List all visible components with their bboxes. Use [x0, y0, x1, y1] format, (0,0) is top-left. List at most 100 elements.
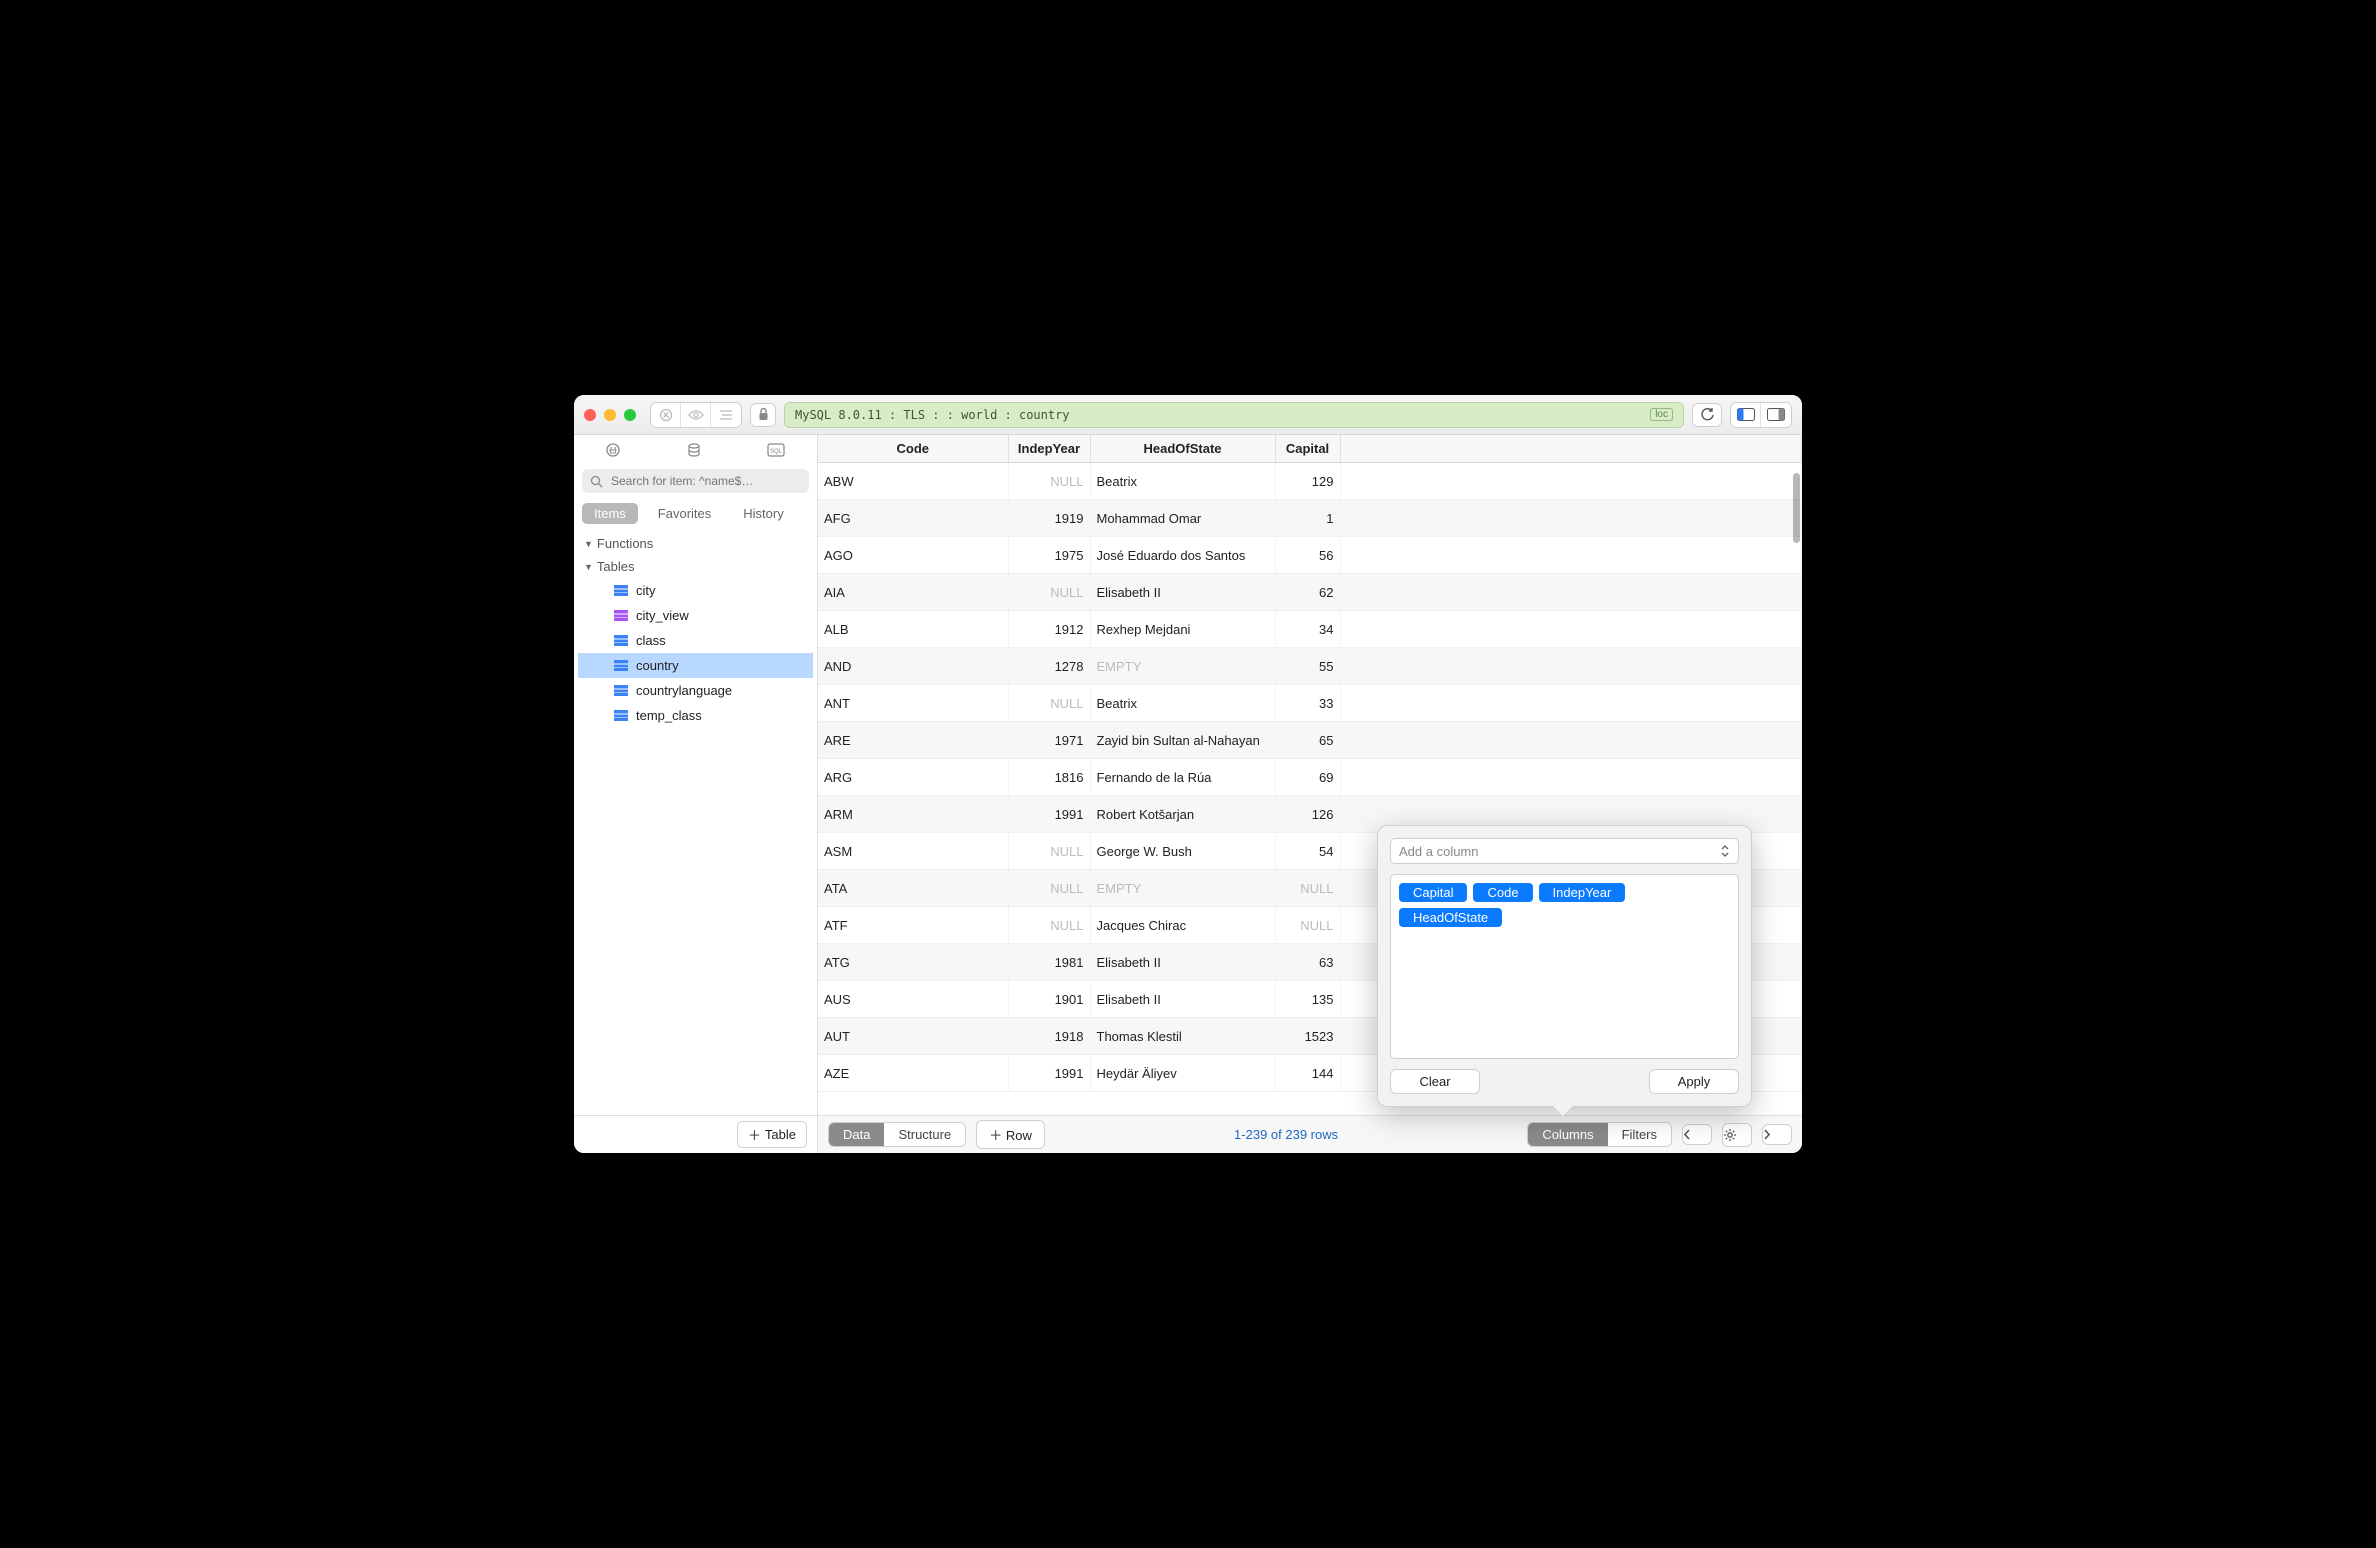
- cell[interactable]: NULL: [1008, 463, 1090, 500]
- cell[interactable]: 135: [1275, 981, 1340, 1018]
- cell[interactable]: 126: [1275, 796, 1340, 833]
- table-row[interactable]: ARE1971Zayid bin Sultan al-Nahayan65: [818, 722, 1802, 759]
- cell[interactable]: ANT: [818, 685, 1008, 722]
- cell[interactable]: 1816: [1008, 759, 1090, 796]
- column-header-capital[interactable]: Capital: [1275, 435, 1340, 463]
- cell[interactable]: ARM: [818, 796, 1008, 833]
- column-header-code[interactable]: Code: [818, 435, 1008, 463]
- cell[interactable]: NULL: [1275, 870, 1340, 907]
- cell[interactable]: 1975: [1008, 537, 1090, 574]
- cell[interactable]: 56: [1275, 537, 1340, 574]
- cell[interactable]: 65: [1275, 722, 1340, 759]
- column-header-headofstate[interactable]: HeadOfState: [1090, 435, 1275, 463]
- cell[interactable]: 1523: [1275, 1018, 1340, 1055]
- apply-button[interactable]: Apply: [1649, 1069, 1739, 1094]
- cell[interactable]: ARE: [818, 722, 1008, 759]
- column-token-code[interactable]: Code: [1473, 883, 1532, 902]
- minimize-icon[interactable]: [604, 409, 616, 421]
- cell[interactable]: 144: [1275, 1055, 1340, 1092]
- cell[interactable]: 1971: [1008, 722, 1090, 759]
- format-icon[interactable]: [711, 403, 741, 427]
- sidebar-item-city[interactable]: city: [578, 578, 813, 603]
- connection-bar[interactable]: MySQL 8.0.11 : TLS : : world : country l…: [784, 402, 1684, 428]
- table-row[interactable]: AFG1919Mohammad Omar1: [818, 500, 1802, 537]
- cell[interactable]: 1278: [1008, 648, 1090, 685]
- cell[interactable]: Fernando de la Rúa: [1090, 759, 1275, 796]
- cell[interactable]: Robert Kotšarjan: [1090, 796, 1275, 833]
- cell[interactable]: ATA: [818, 870, 1008, 907]
- zoom-icon[interactable]: [624, 409, 636, 421]
- prev-page-button[interactable]: [1682, 1124, 1712, 1145]
- toggle-right-panel-icon[interactable]: [1761, 403, 1791, 427]
- cell[interactable]: Elisabeth II: [1090, 574, 1275, 611]
- cell[interactable]: 129: [1275, 463, 1340, 500]
- add-column-combo[interactable]: Add a column: [1390, 838, 1739, 864]
- group-tables[interactable]: Tables: [578, 555, 813, 578]
- tab-favorites[interactable]: Favorites: [646, 503, 723, 524]
- tab-data[interactable]: Data: [829, 1123, 884, 1146]
- cell[interactable]: AFG: [818, 500, 1008, 537]
- cell[interactable]: 63: [1275, 944, 1340, 981]
- cell[interactable]: ATG: [818, 944, 1008, 981]
- cell[interactable]: ARG: [818, 759, 1008, 796]
- search-input-wrap[interactable]: [582, 469, 809, 493]
- cell[interactable]: Beatrix: [1090, 463, 1275, 500]
- cell[interactable]: José Eduardo dos Santos: [1090, 537, 1275, 574]
- sidebar-item-temp_class[interactable]: temp_class: [578, 703, 813, 728]
- cell[interactable]: 62: [1275, 574, 1340, 611]
- lock-icon[interactable]: [750, 403, 776, 427]
- sidebar-item-class[interactable]: class: [578, 628, 813, 653]
- cell[interactable]: George W. Bush: [1090, 833, 1275, 870]
- selected-columns-area[interactable]: Capital Code IndepYear HeadOfState: [1390, 874, 1739, 1059]
- table-row[interactable]: ALB1912Rexhep Mejdani34: [818, 611, 1802, 648]
- table-row[interactable]: AIANULLElisabeth II62: [818, 574, 1802, 611]
- cancel-query-icon[interactable]: [651, 403, 681, 427]
- cell[interactable]: 34: [1275, 611, 1340, 648]
- filters-button[interactable]: Filters: [1608, 1123, 1671, 1146]
- cell[interactable]: ASM: [818, 833, 1008, 870]
- cell[interactable]: 1919: [1008, 500, 1090, 537]
- clear-button[interactable]: Clear: [1390, 1069, 1480, 1094]
- cell[interactable]: AUS: [818, 981, 1008, 1018]
- column-token-headofstate[interactable]: HeadOfState: [1399, 908, 1502, 927]
- cell[interactable]: Mohammad Omar: [1090, 500, 1275, 537]
- group-functions[interactable]: Functions: [578, 532, 813, 555]
- plug-icon[interactable]: [605, 442, 625, 458]
- table-row[interactable]: ANTNULLBeatrix33: [818, 685, 1802, 722]
- cell[interactable]: NULL: [1008, 685, 1090, 722]
- column-token-capital[interactable]: Capital: [1399, 883, 1467, 902]
- cell[interactable]: Beatrix: [1090, 685, 1275, 722]
- tab-history[interactable]: History: [731, 503, 795, 524]
- sidebar-item-city_view[interactable]: city_view: [578, 603, 813, 628]
- table-row[interactable]: ARG1816Fernando de la Rúa69: [818, 759, 1802, 796]
- table-row[interactable]: AND1278EMPTY55: [818, 648, 1802, 685]
- tab-structure[interactable]: Structure: [884, 1123, 965, 1146]
- cell[interactable]: Heydär Äliyev: [1090, 1055, 1275, 1092]
- cell[interactable]: NULL: [1008, 574, 1090, 611]
- scrollbar-thumb[interactable]: [1793, 473, 1800, 543]
- sidebar-item-country[interactable]: country: [578, 653, 813, 678]
- cell[interactable]: 1901: [1008, 981, 1090, 1018]
- add-table-button[interactable]: ＋ Table: [737, 1121, 807, 1148]
- table-row[interactable]: AGO1975José Eduardo dos Santos56: [818, 537, 1802, 574]
- column-header-indepyear[interactable]: IndepYear: [1008, 435, 1090, 463]
- cell[interactable]: 33: [1275, 685, 1340, 722]
- settings-button[interactable]: [1722, 1123, 1752, 1147]
- columns-button[interactable]: Columns: [1528, 1123, 1607, 1146]
- toggle-left-panel-icon[interactable]: [1731, 403, 1761, 427]
- cell[interactable]: Thomas Klestil: [1090, 1018, 1275, 1055]
- cell[interactable]: Jacques Chirac: [1090, 907, 1275, 944]
- column-token-indepyear[interactable]: IndepYear: [1539, 883, 1626, 902]
- cell[interactable]: 1912: [1008, 611, 1090, 648]
- cell[interactable]: ABW: [818, 463, 1008, 500]
- cell[interactable]: Rexhep Mejdani: [1090, 611, 1275, 648]
- cell[interactable]: AUT: [818, 1018, 1008, 1055]
- sql-icon[interactable]: SQL: [767, 443, 787, 457]
- cell[interactable]: NULL: [1275, 907, 1340, 944]
- cell[interactable]: NULL: [1008, 833, 1090, 870]
- table-row[interactable]: ABWNULLBeatrix129: [818, 463, 1802, 500]
- cell[interactable]: EMPTY: [1090, 870, 1275, 907]
- cell[interactable]: 1981: [1008, 944, 1090, 981]
- cell[interactable]: 1991: [1008, 796, 1090, 833]
- search-input[interactable]: [609, 473, 801, 489]
